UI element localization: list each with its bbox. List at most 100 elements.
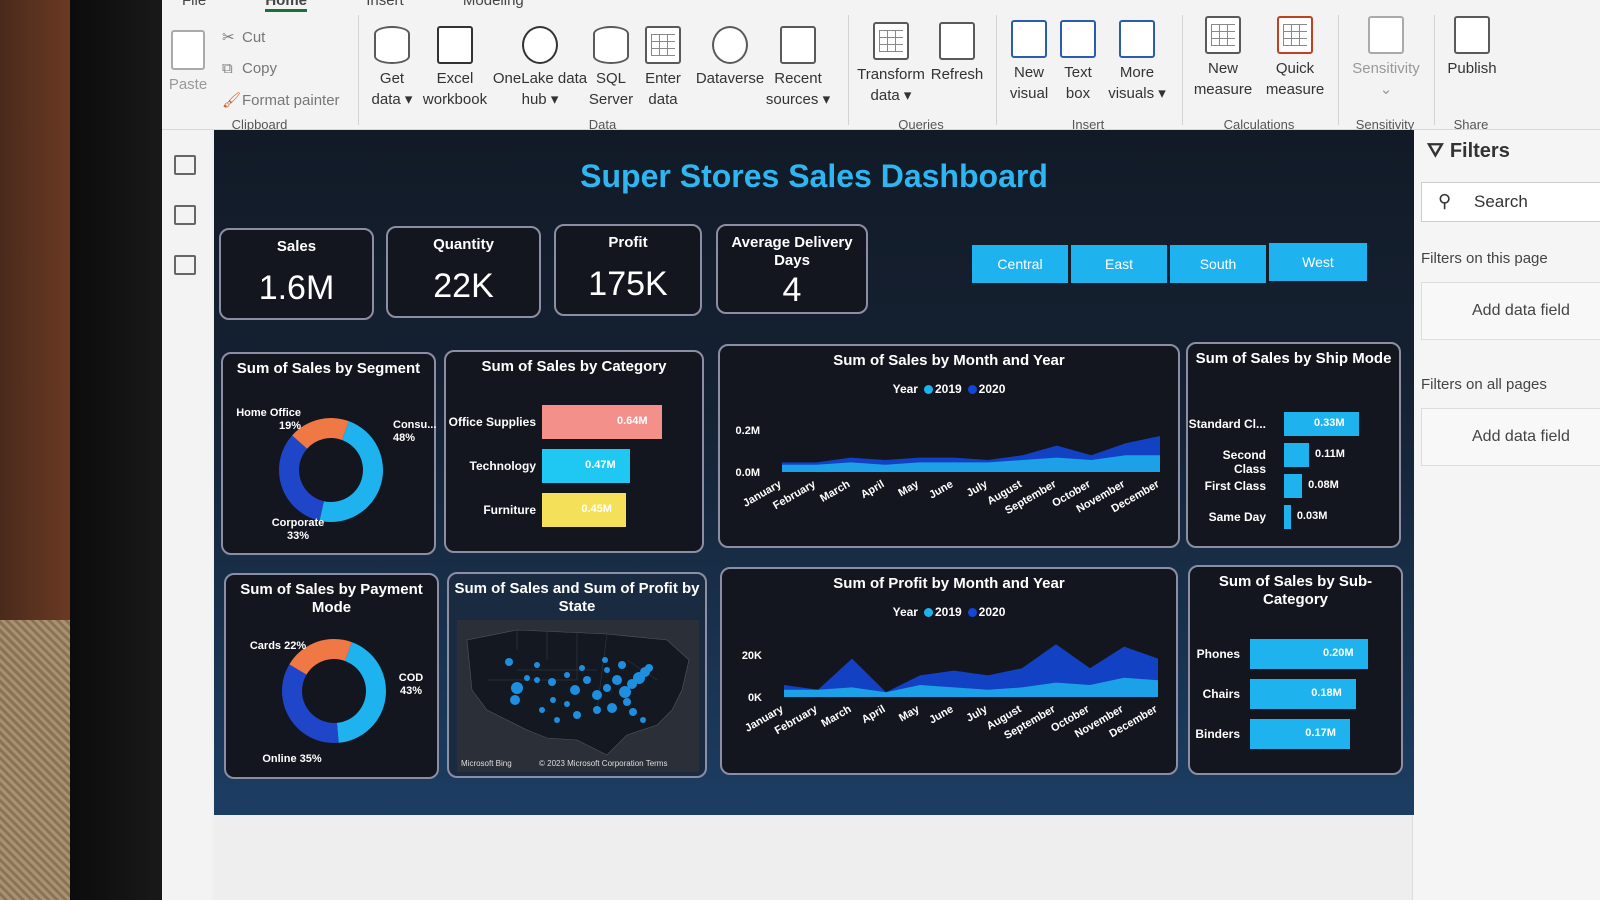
payment-donut-card[interactable]: Sum of Sales by Payment Mode COD 43% Onlin… <box>224 573 439 779</box>
add-data-field-page[interactable]: Add data field <box>1421 282 1600 340</box>
map-bubble <box>534 662 540 668</box>
map-area[interactable]: Microsoft Bing © 2023 Microsoft Corporat… <box>457 620 699 772</box>
bar[interactable] <box>1284 505 1291 529</box>
kpi-label: Profit <box>608 234 648 251</box>
profit-area-card[interactable]: Sum of Profit by Month and Year Year 2019… <box>720 567 1178 775</box>
paste-button[interactable]: Paste <box>168 30 208 95</box>
bar-value: 0.45M <box>581 503 612 515</box>
legend-2020: 2020 <box>978 382 1006 396</box>
new-visual-button[interactable]: New visual <box>1004 20 1054 104</box>
tab-insert[interactable]: Insert <box>366 0 404 9</box>
more-visuals-icon <box>1119 20 1155 58</box>
map-bubble <box>603 684 611 692</box>
legend-2020: 2020 <box>978 605 1006 619</box>
legend-2019: 2019 <box>934 605 962 619</box>
kpi-delivery-days[interactable]: Average Delivery Days 4 <box>716 224 868 314</box>
filters-pane: ⛛ Filters ⚲ Search Filters on this page A… <box>1412 130 1600 900</box>
dashboard-title: Super Stores Sales Dashboard <box>580 158 1048 194</box>
map-bubble <box>524 675 530 681</box>
insert-group: New visual Text box More visuals ▾ Inser… <box>998 10 1178 132</box>
chart-legend: Year 2019 2020 <box>720 382 1178 396</box>
bar-value: 0.47M <box>585 459 616 471</box>
slicer-south[interactable]: South <box>1170 245 1266 283</box>
map-bubble <box>548 678 556 686</box>
more-visuals-button[interactable]: More visuals ▾ <box>1104 20 1170 104</box>
data-group: Get data ▾ Excel workbook OneLake data h… <box>360 10 845 132</box>
bar[interactable] <box>1284 474 1303 498</box>
category-bar-card[interactable]: Sum of Sales by Category Office Supplies… <box>444 350 704 553</box>
slicer-west[interactable]: West <box>1269 243 1367 281</box>
kpi-profit[interactable]: Profit 175K <box>554 224 702 316</box>
y-tick-label: 0.0M <box>736 467 760 479</box>
bar-value: 0.11M <box>1315 448 1345 460</box>
slicer-east[interactable]: East <box>1071 245 1167 283</box>
bar-label: Second Class <box>1222 448 1266 476</box>
map-card[interactable]: Sum of Sales and Sum of Profit by State … <box>447 572 707 778</box>
segment-donut-card[interactable]: Sum of Sales by Segment Consu... 48% Corpo… <box>221 352 436 555</box>
bar-value: 0.20M <box>1323 647 1354 659</box>
filters-on-page-label: Filters on this page <box>1421 250 1548 267</box>
enter-data-button[interactable]: Enter data <box>640 26 686 110</box>
ship-mode-card[interactable]: Sum of Sales by Ship Mode Standard Cl...… <box>1186 342 1401 548</box>
chart-legend: Year 2019 2020 <box>722 605 1176 619</box>
add-data-field-all[interactable]: Add data field <box>1421 408 1600 466</box>
search-icon: ⚲ <box>1438 191 1452 211</box>
subcategory-card[interactable]: Sum of Sales by Sub-Category Phones 0.20M… <box>1188 565 1403 775</box>
calculator-icon <box>1205 16 1241 54</box>
excel-workbook-button[interactable]: Excel workbook <box>420 26 490 110</box>
map-bubble <box>550 697 556 703</box>
sensitivity-button[interactable]: Sensitivity ⌄ <box>1346 16 1426 100</box>
kpi-value: 22K <box>433 267 494 305</box>
slicer-central[interactable]: Central <box>972 245 1068 283</box>
x-tick-label: April <box>859 478 887 501</box>
filters-search-input[interactable]: ⚲ Search <box>1421 182 1600 222</box>
bar-label: Standard Cl... <box>1188 417 1266 431</box>
copy-button[interactable]: ⧉ Copy <box>222 60 277 77</box>
dataverse-icon <box>712 26 748 64</box>
donut-label: 43% <box>400 685 422 697</box>
table-view-icon[interactable] <box>174 205 196 225</box>
transform-data-button[interactable]: Transform data ▾ <box>854 22 928 106</box>
report-view-icon[interactable] <box>174 155 196 175</box>
text-box-button[interactable]: Text box <box>1056 20 1100 104</box>
quick-calculator-icon <box>1277 16 1313 54</box>
bar-value: 0.08M <box>1308 479 1339 491</box>
refresh-button[interactable]: Refresh <box>928 22 986 85</box>
map-bubble <box>511 682 523 694</box>
quick-measure-button[interactable]: Quick measure <box>1260 16 1330 100</box>
donut-label: Consu... <box>393 419 436 431</box>
share-group: Publish Share <box>1436 10 1506 132</box>
map-bubble <box>618 661 626 669</box>
database-icon <box>374 26 410 64</box>
kpi-quantity[interactable]: Quantity 22K <box>386 226 541 318</box>
y-tick-label: 0.2M <box>736 425 760 437</box>
funnel-icon: ⛛ <box>1427 140 1444 162</box>
publish-button[interactable]: Publish <box>1442 16 1502 79</box>
donut-label: 48% <box>393 432 415 444</box>
donut-label: Cards 22% <box>250 640 306 652</box>
map-bubble <box>570 685 580 695</box>
onelake-button[interactable]: OneLake data hub ▾ <box>492 26 588 110</box>
get-data-button[interactable]: Get data ▾ <box>368 26 416 110</box>
format-painter-button[interactable]: 🖌Format painter <box>222 91 340 109</box>
map-bubble <box>640 717 646 723</box>
y-tick-label: 0K <box>748 692 762 704</box>
kpi-value: 175K <box>588 265 668 303</box>
recent-sources-button[interactable]: Recent sources ▾ <box>765 26 831 110</box>
bar[interactable] <box>1284 443 1309 467</box>
kpi-sales[interactable]: Sales 1.6M <box>219 228 374 320</box>
new-measure-button[interactable]: New measure <box>1188 16 1258 100</box>
bar-value: 0.03M <box>1296 510 1328 522</box>
model-view-icon[interactable] <box>174 255 196 275</box>
x-tick-label: March <box>819 703 853 730</box>
kpi-label: Sales <box>276 238 317 255</box>
map-bubble <box>604 667 610 673</box>
bar-value: 0.33M <box>1314 417 1345 429</box>
tab-modeling[interactable]: Modeling <box>463 0 524 9</box>
x-tick-label: May <box>897 703 922 725</box>
sales-area-card[interactable]: Sum of Sales by Month and Year Year 2019 2… <box>718 344 1180 548</box>
sql-server-button[interactable]: SQL Server <box>588 26 634 110</box>
tab-file[interactable]: File <box>182 0 206 9</box>
dataverse-button[interactable]: Dataverse <box>690 26 770 89</box>
cut-button[interactable]: ✂ Cut <box>222 28 265 46</box>
